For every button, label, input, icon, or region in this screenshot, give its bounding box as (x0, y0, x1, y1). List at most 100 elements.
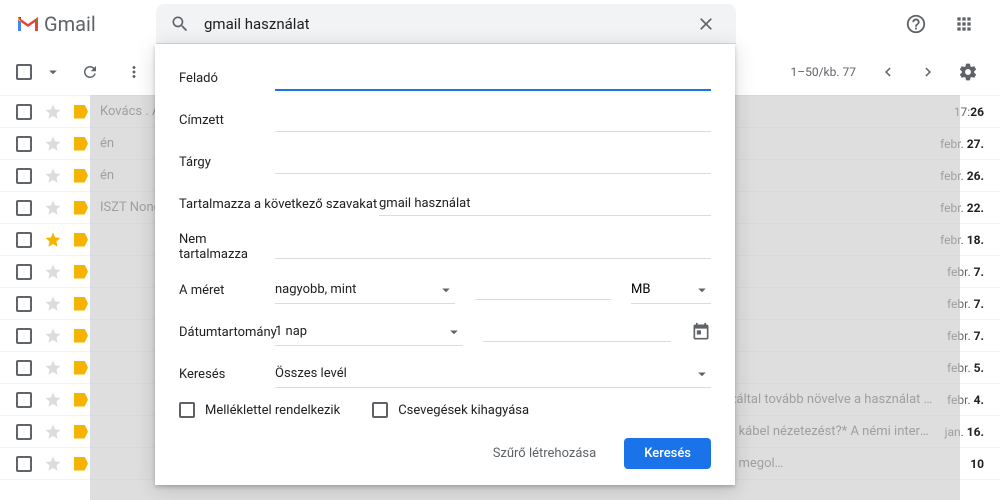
checkbox-icon (179, 402, 195, 418)
size-value-input[interactable] (475, 280, 611, 300)
date: febr. 18. (940, 233, 984, 247)
date: febr. 5. (947, 361, 984, 375)
date: 17:26 (954, 105, 984, 119)
subject-input[interactable] (275, 150, 711, 174)
row-checkbox[interactable] (16, 392, 32, 408)
has-attachment-checkbox[interactable]: Melléklettel rendelkezik (179, 402, 340, 418)
gmail-text: Gmail (44, 12, 96, 36)
date-input[interactable] (483, 322, 671, 342)
star-icon[interactable] (44, 135, 62, 153)
row-checkbox[interactable] (16, 168, 32, 184)
star-icon[interactable] (44, 231, 62, 249)
next-page-button[interactable] (912, 56, 944, 88)
row-checkbox[interactable] (16, 136, 32, 152)
row-checkbox[interactable] (16, 296, 32, 312)
create-filter-button[interactable]: Szűrő létrehozása (481, 438, 609, 469)
refresh-button[interactable] (74, 56, 106, 88)
chevron-down-icon[interactable] (44, 63, 62, 81)
tag-icon[interactable] (74, 233, 88, 247)
refresh-icon (81, 63, 99, 81)
to-input[interactable] (275, 108, 711, 132)
haswords-label: Tartalmazza a következő szavakat (179, 197, 379, 212)
more-button[interactable] (118, 56, 150, 88)
star-icon[interactable] (44, 327, 62, 345)
star-icon[interactable] (44, 199, 62, 217)
close-icon (696, 14, 716, 34)
page-count: 1–50/kb. 77 (790, 65, 856, 79)
row-checkbox[interactable] (16, 200, 32, 216)
searchin-value: Összes levél (275, 366, 347, 381)
chevron-right-icon (919, 63, 937, 81)
exclude-chats-checkbox[interactable]: Csevegések kihagyása (372, 402, 529, 418)
checkbox-icon (372, 402, 388, 418)
star-icon[interactable] (44, 295, 62, 313)
search-bar[interactable] (156, 4, 736, 44)
tag-icon[interactable] (74, 425, 88, 439)
select-all-checkbox[interactable] (16, 64, 32, 80)
tag-icon[interactable] (74, 201, 88, 215)
row-checkbox[interactable] (16, 456, 32, 472)
date: febr. 26. (940, 169, 984, 183)
star-icon[interactable] (44, 263, 62, 281)
subject-label: Tárgy (179, 155, 275, 170)
date: febr. 27. (940, 137, 984, 151)
calendar-icon (691, 322, 711, 342)
chevron-down-icon (445, 323, 463, 341)
date: febr. 4. (947, 393, 984, 407)
from-label: Feladó (179, 71, 275, 86)
to-label: Címzett (179, 113, 275, 128)
clear-search-button[interactable] (690, 8, 722, 40)
chevron-down-icon (437, 281, 455, 299)
search-input[interactable] (204, 15, 690, 33)
date: jan. 16. (945, 425, 984, 439)
size-operator-select[interactable]: nagyobb, mint (275, 277, 455, 304)
tag-icon[interactable] (74, 105, 88, 119)
row-checkbox[interactable] (16, 232, 32, 248)
daterange-value: 1 nap (275, 324, 307, 339)
nothas-label: Nem tartalmazza (179, 232, 275, 262)
tag-icon[interactable] (74, 457, 88, 471)
tag-icon[interactable] (74, 297, 88, 311)
gmail-icon (16, 15, 40, 33)
haswords-input[interactable] (379, 192, 711, 216)
from-input[interactable] (275, 66, 711, 91)
row-checkbox[interactable] (16, 360, 32, 376)
help-icon (905, 13, 927, 35)
row-checkbox[interactable] (16, 328, 32, 344)
search-button[interactable]: Keresés (624, 438, 711, 469)
star-icon[interactable] (44, 103, 62, 121)
tag-icon[interactable] (74, 361, 88, 375)
row-checkbox[interactable] (16, 104, 32, 120)
date: febr. 7. (947, 297, 984, 311)
has-attachment-label: Melléklettel rendelkezik (205, 403, 340, 418)
chevron-down-icon (693, 281, 711, 299)
row-checkbox[interactable] (16, 264, 32, 280)
tag-icon[interactable] (74, 265, 88, 279)
gear-icon (958, 62, 978, 82)
date-picker-button[interactable] (691, 322, 711, 342)
apps-button[interactable] (944, 4, 984, 44)
tag-icon[interactable] (74, 329, 88, 343)
gmail-logo[interactable]: Gmail (16, 12, 96, 36)
star-icon[interactable] (44, 359, 62, 377)
size-unit-select[interactable]: MB (631, 277, 711, 304)
search-icon (170, 14, 190, 34)
more-vert-icon (125, 63, 143, 81)
tag-icon[interactable] (74, 169, 88, 183)
star-icon[interactable] (44, 455, 62, 473)
star-icon[interactable] (44, 167, 62, 185)
nothas-input[interactable] (275, 235, 711, 259)
tag-icon[interactable] (74, 137, 88, 151)
tag-icon[interactable] (74, 393, 88, 407)
help-button[interactable] (896, 4, 936, 44)
searchin-label: Keresés (179, 367, 275, 382)
star-icon[interactable] (44, 391, 62, 409)
settings-button[interactable] (952, 56, 984, 88)
date: febr. 22. (940, 201, 984, 215)
star-icon[interactable] (44, 423, 62, 441)
exclude-chats-label: Csevegések kihagyása (398, 403, 529, 418)
prev-page-button[interactable] (872, 56, 904, 88)
searchin-select[interactable]: Összes levél (275, 361, 711, 388)
row-checkbox[interactable] (16, 424, 32, 440)
daterange-select[interactable]: 1 nap (275, 319, 463, 346)
